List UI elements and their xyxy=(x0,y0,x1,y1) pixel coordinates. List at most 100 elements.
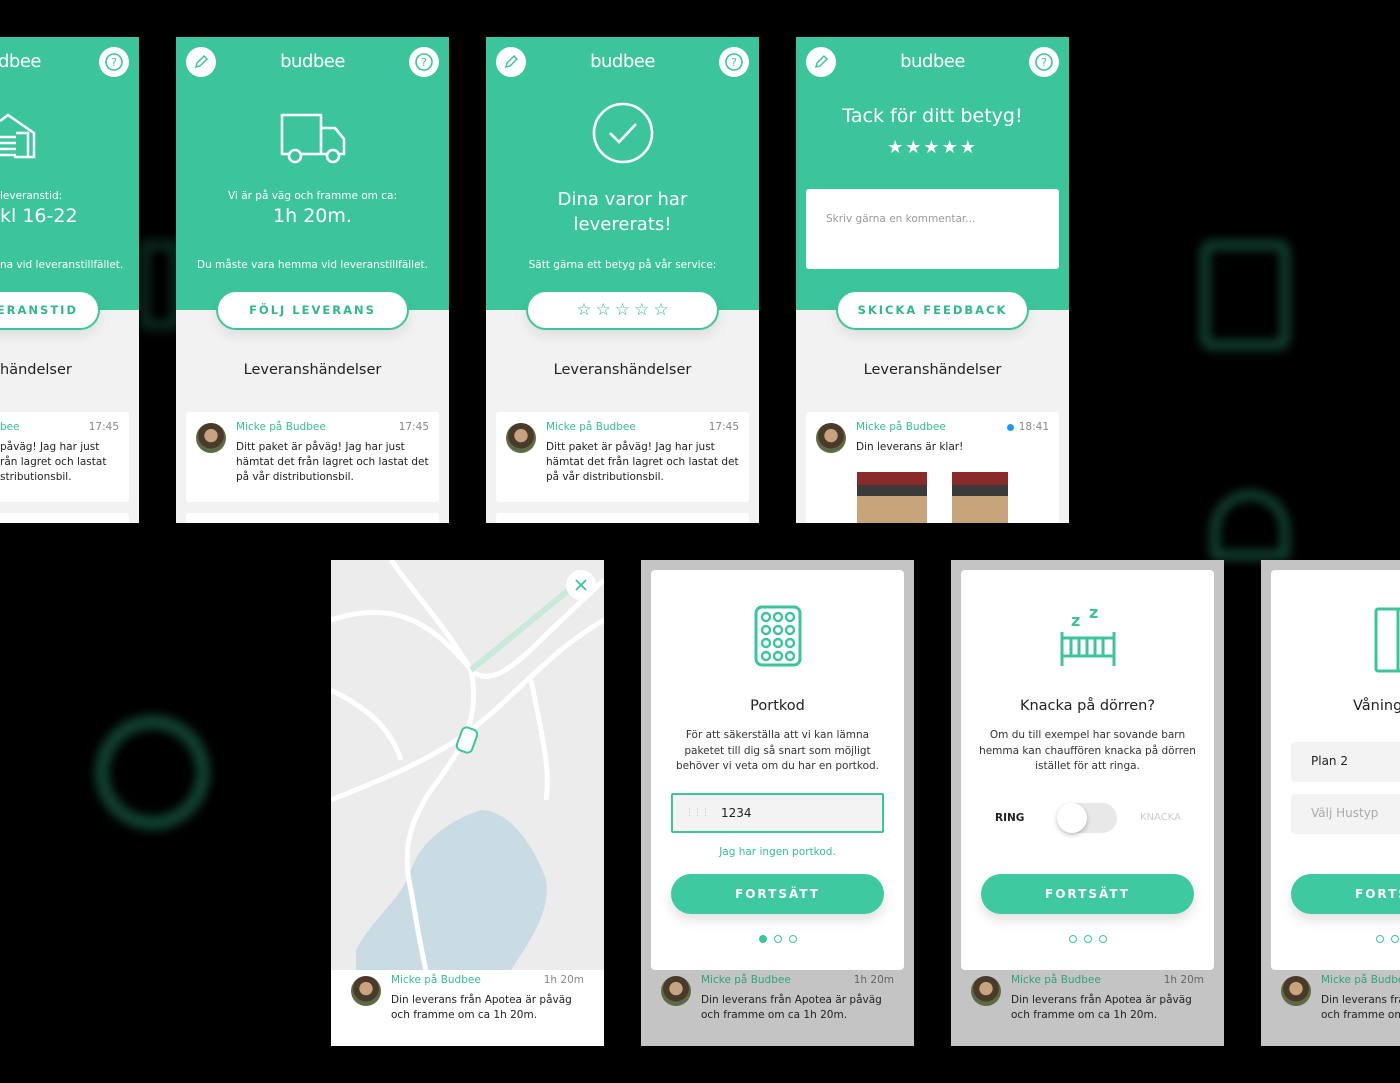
house-icon xyxy=(0,113,36,159)
avatar xyxy=(351,976,381,1006)
question-circle-icon: ? xyxy=(725,53,743,71)
screen-knock: zz Knacka på dörren? Om du till exempel … xyxy=(951,560,1224,1046)
close-icon xyxy=(575,579,587,591)
step-dot xyxy=(1098,935,1107,943)
ring-knock-toggle[interactable] xyxy=(1057,803,1117,833)
event-card: Micke på Budbee 17:45 Ditt paket är påvä… xyxy=(496,412,749,502)
portkod-value: 1234 xyxy=(721,806,752,820)
close-map-button[interactable] xyxy=(566,570,596,600)
screen-feedback: budbee ? Tack för ditt betyg! ★★★★★ Skri… xyxy=(796,37,1069,523)
event-time: 17:45 xyxy=(708,421,739,433)
portkod-input[interactable]: ⋮⋮⋮ 1234 xyxy=(671,793,884,833)
background-battery-icon xyxy=(1200,240,1290,350)
sender-name: Micke på Budbee xyxy=(236,421,326,433)
event-card: Micke på Budbee 18:41 Din leverans är kl… xyxy=(806,412,1059,523)
portkod-card: Portkod För att säkerställa att vi kan l… xyxy=(651,570,904,970)
help-button[interactable]: ? xyxy=(719,47,749,77)
screen-portkod: Portkod För att säkerställa att vi kan l… xyxy=(641,560,914,1046)
event-text: Din leverans från Apotea är påväg och fr… xyxy=(391,994,572,1021)
event-card xyxy=(496,513,749,523)
help-button[interactable]: ? xyxy=(409,47,439,77)
question-circle-icon: ? xyxy=(415,53,433,71)
eta-value: 1h 20m. xyxy=(273,205,352,227)
step-indicator xyxy=(651,935,904,943)
sender-name: Micke på Budbee xyxy=(856,421,946,433)
background-grid-icon xyxy=(140,240,180,330)
door-icon xyxy=(1374,607,1400,673)
sender-name: Micke på Budbee xyxy=(1011,974,1101,986)
step-indicator xyxy=(961,935,1214,943)
delivery-time-value: kl 16-22 xyxy=(0,205,78,227)
delivery-time-button[interactable]: VERANSTID xyxy=(0,290,100,330)
star-filled-icon: ★ xyxy=(959,137,978,158)
svg-text:z: z xyxy=(1089,603,1098,622)
event-text: påväg! Jag har just rån lagret och lasta… xyxy=(0,441,107,483)
background-bottle-icon xyxy=(1210,490,1290,560)
event-time: 1h 20m xyxy=(543,974,584,986)
star-filled-icon: ★ xyxy=(905,137,924,158)
continue-button[interactable]: FORTSÄTT xyxy=(1291,874,1400,914)
screen-delivered: budbee ? Dina varor har levererats! Sätt… xyxy=(486,37,759,523)
screen-delivery-time: dbee ? leveranstid: kl 16-22 na vid leve… xyxy=(0,37,139,523)
star-outline-icon[interactable]: ☆ xyxy=(615,300,630,320)
star-outline-icon[interactable]: ☆ xyxy=(576,300,591,320)
svg-text:?: ? xyxy=(111,56,117,69)
home-note: na vid leveranstillfället. xyxy=(0,259,124,271)
avatar xyxy=(1281,976,1311,1006)
star-outline-icon[interactable]: ☆ xyxy=(596,300,611,320)
house-type-select[interactable]: Välj Hustyp xyxy=(1291,794,1400,834)
svg-text:?: ? xyxy=(731,56,737,69)
event-time: 1h 20m xyxy=(1163,974,1204,986)
event-time: 18:41 xyxy=(1018,421,1049,433)
continue-button[interactable]: FORTSÄTT xyxy=(981,874,1194,914)
toggle-knob xyxy=(1057,803,1087,833)
event-card: bee 17:45 påväg! Jag har just rån lagret… xyxy=(0,412,129,502)
ring-label: RING xyxy=(995,812,1025,824)
map[interactable] xyxy=(331,560,604,970)
screen-map: Micke på Budbee 1h 20m Din leverans från… xyxy=(331,560,604,1046)
follow-delivery-button[interactable]: FÖLJ LEVERANS xyxy=(216,290,409,330)
help-button[interactable]: ? xyxy=(1029,47,1059,77)
message-panel: Micke på Budbee 1h 20m Din leverans från… xyxy=(951,970,1224,1046)
event-text: Din leverans från Apotea är påväg och fr… xyxy=(1011,994,1192,1021)
section-title: Leveranshändelser xyxy=(553,362,692,378)
floor-card: Våning Plan 2 Välj Hustyp FORTSÄTT xyxy=(1271,570,1400,970)
knock-card: zz Knacka på dörren? Om du till exempel … xyxy=(961,570,1214,970)
avatar xyxy=(661,976,691,1006)
rating-prompt: Sätt gärna ett betyg på vår service: xyxy=(528,259,717,271)
event-text: Din leverans är klar! xyxy=(856,441,964,453)
car-icon xyxy=(455,726,479,754)
no-portkod-link[interactable]: Jag har ingen portkod. xyxy=(651,846,904,858)
floor-input[interactable]: Plan 2 xyxy=(1291,742,1400,782)
question-circle-icon: ? xyxy=(1035,53,1053,71)
delivery-photo[interactable] xyxy=(857,472,927,523)
message-panel: Micke på Budbee Din leverans från Apotea… xyxy=(1261,970,1400,1046)
section-title: händelser xyxy=(0,362,72,378)
continue-button[interactable]: FORTSÄTT xyxy=(671,874,884,914)
screen-on-the-way: budbee ? Vi är på väg och framme om ca: … xyxy=(176,37,449,523)
avatar xyxy=(506,423,536,453)
sender-name: bee xyxy=(0,421,20,433)
thanks-title: Tack för ditt betyg! xyxy=(842,105,1023,127)
event-text: Ditt paket är påväg! Jag har just hämtat… xyxy=(546,441,739,483)
star-outline-icon[interactable]: ☆ xyxy=(634,300,649,320)
svg-text:?: ? xyxy=(1041,56,1047,69)
help-button[interactable]: ? xyxy=(99,47,129,77)
delivery-photo[interactable] xyxy=(952,472,1008,523)
step-dot xyxy=(1083,935,1092,943)
event-card xyxy=(0,513,129,523)
star-outline-icon[interactable]: ☆ xyxy=(653,300,668,320)
section-title: Leveranshändelser xyxy=(863,362,1002,378)
step-dot xyxy=(1068,935,1077,943)
sender-name: Micke på Budbee xyxy=(391,974,481,986)
event-time: 1h 20m xyxy=(853,974,894,986)
svg-text:?: ? xyxy=(421,56,427,69)
comment-textarea[interactable]: Skriv gärna en kommentar... xyxy=(806,189,1059,269)
event-card: Micke på Budbee 17:45 Ditt paket är påvä… xyxy=(186,412,439,502)
step-indicator xyxy=(1268,935,1400,943)
star-rating-input[interactable]: ☆ ☆ ☆ ☆ ☆ xyxy=(526,290,719,330)
event-text: Din leverans från Apotea är påväg och fr… xyxy=(1321,994,1400,1021)
eta-label: Vi är på väg och framme om ca: xyxy=(227,190,397,202)
sender-name: Micke på Budbee xyxy=(1321,974,1400,986)
send-feedback-button[interactable]: SKICKA FEEDBACK xyxy=(836,290,1029,330)
